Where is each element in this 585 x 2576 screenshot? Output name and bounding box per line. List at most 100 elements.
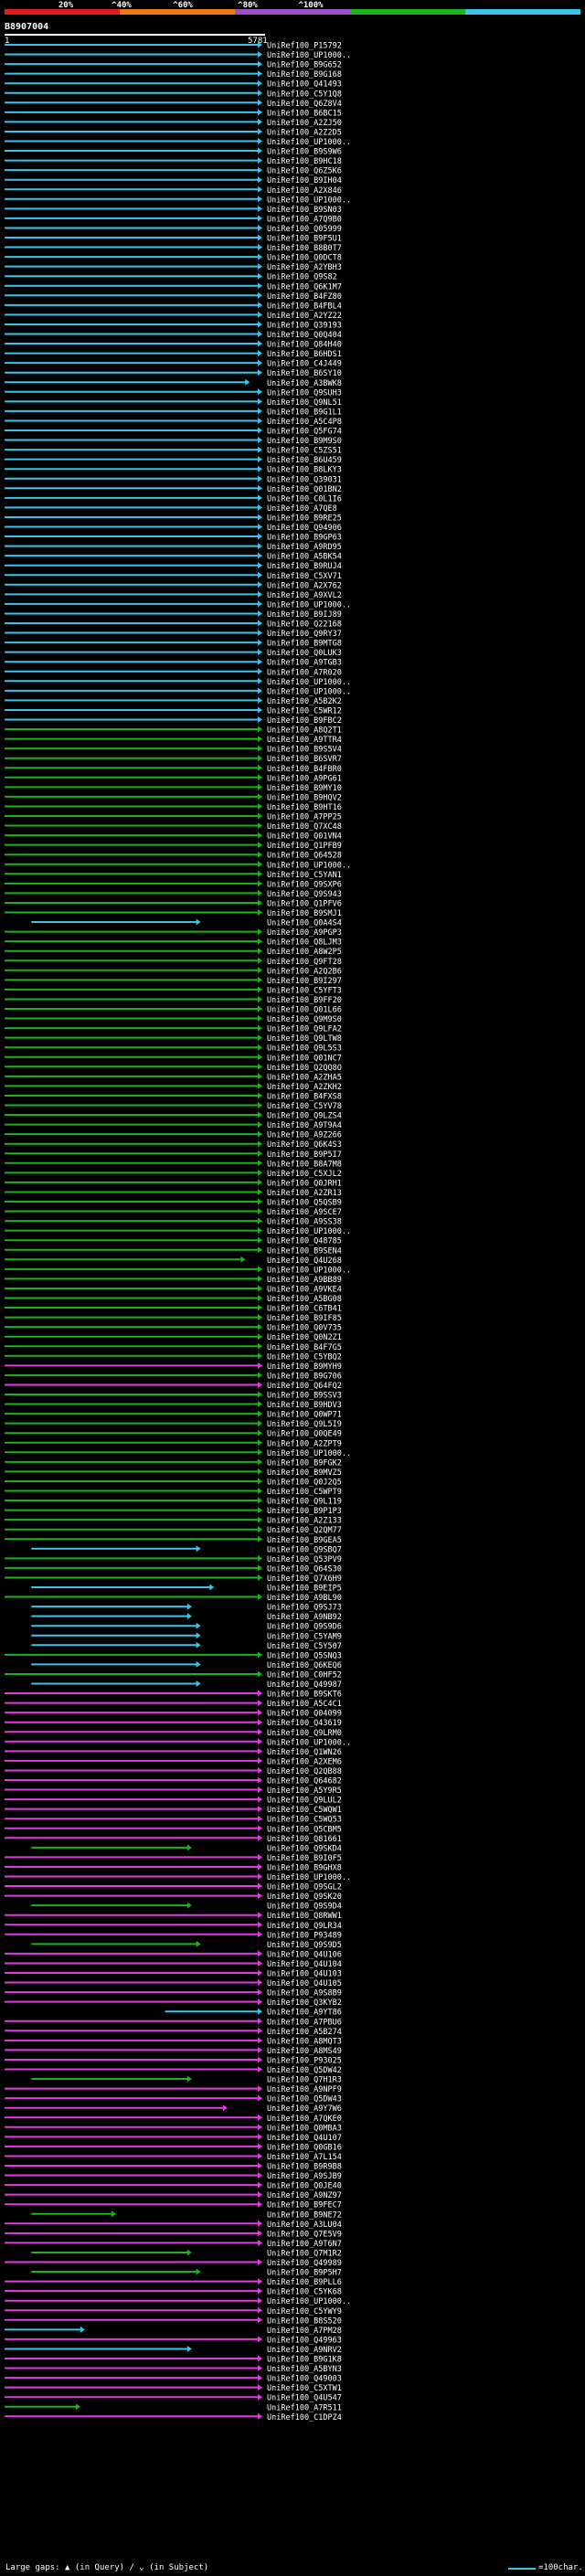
hit-label[interactable]: UniRef100_A8Q2T1 — [267, 726, 342, 736]
hit-label[interactable]: UniRef100_Q43619 — [267, 1719, 342, 1728]
hit-label[interactable]: UniRef100_B9MY10 — [267, 784, 342, 793]
hit-label[interactable]: UniRef100_A5C4C1 — [267, 1700, 342, 1709]
hit-label[interactable]: UniRef100_A9PG61 — [267, 774, 342, 783]
hit-label[interactable]: UniRef100_Q39193 — [267, 321, 342, 330]
hit-label[interactable]: UniRef100_Q1PFB9 — [267, 842, 342, 851]
hit-label[interactable]: UniRef100_UP1000.. — [267, 1738, 351, 1747]
hit-label[interactable]: UniRef100_Q9S82 — [267, 273, 337, 282]
hit-label[interactable]: UniRef100_B9GEA5 — [267, 1536, 342, 1545]
hit-label[interactable]: UniRef100_B4F7G5 — [267, 1343, 342, 1352]
hit-label[interactable]: UniRef100_A5Y9R5 — [267, 1786, 342, 1796]
hit-label[interactable]: UniRef100_Q9SK20 — [267, 1892, 342, 1902]
hit-label[interactable]: UniRef100_C5YWY9 — [267, 2307, 342, 2316]
hit-label[interactable]: UniRef100_B9I297 — [267, 977, 342, 986]
hit-label[interactable]: UniRef100_UP1000.. — [267, 1266, 351, 1275]
hit-label[interactable]: UniRef100_B9FGK2 — [267, 1458, 342, 1468]
hit-label[interactable]: UniRef100_Q39031 — [267, 475, 342, 484]
hit-label[interactable]: UniRef100_Q04099 — [267, 1710, 342, 1719]
hit-label[interactable]: UniRef100_Q4U103 — [267, 1970, 342, 1979]
hit-label[interactable]: UniRef100_B9PLL6 — [267, 2278, 342, 2287]
hit-label[interactable]: UniRef100_A9PGP3 — [267, 928, 342, 938]
hit-label[interactable]: UniRef100_C5YBQ2 — [267, 1352, 342, 1362]
hit-label[interactable]: UniRef100_B9MVZ5 — [267, 1468, 342, 1478]
hit-label[interactable]: UniRef100_UP1000.. — [267, 678, 351, 687]
hit-label[interactable]: UniRef100_Q4U106 — [267, 1950, 342, 1959]
hit-label[interactable]: UniRef100_Q9NL51 — [267, 398, 342, 408]
hit-label[interactable]: UniRef100_Q01BN2 — [267, 485, 342, 494]
hit-label[interactable]: UniRef100_Q9L119 — [267, 1498, 342, 1507]
hit-label[interactable]: UniRef100_A7PM28 — [267, 2327, 342, 2336]
hit-label[interactable]: UniRef100_A9S8B9 — [267, 1989, 342, 1998]
hit-label[interactable]: UniRef100_B6U459 — [267, 456, 342, 465]
hit-label[interactable]: UniRef100_B8A7M8 — [267, 1160, 342, 1169]
hit-label[interactable]: UniRef100_B9G652 — [267, 61, 342, 70]
hit-label[interactable]: UniRef100_A7R511 — [267, 2403, 342, 2412]
hit-label[interactable]: UniRef100_B9G1K8 — [267, 2356, 342, 2365]
hit-label[interactable]: UniRef100_Q22168 — [267, 620, 342, 630]
hit-label[interactable]: UniRef100_Q4U268 — [267, 1256, 342, 1266]
hit-label[interactable]: UniRef100_Q9L5S3 — [267, 1044, 342, 1054]
hit-label[interactable]: UniRef100_A2ZR13 — [267, 1189, 342, 1198]
hit-label[interactable]: UniRef100_C5YAM9 — [267, 1632, 342, 1641]
hit-label[interactable]: UniRef100_Q4U105 — [267, 1979, 342, 1988]
hit-label[interactable]: UniRef100_Q9LUL2 — [267, 1797, 342, 1806]
hit-label[interactable]: UniRef100_A9SJB9 — [267, 2172, 342, 2181]
hit-label[interactable]: UniRef100_Q49989 — [267, 2259, 342, 2268]
hit-label[interactable]: UniRef100_Q0J2Q5 — [267, 1478, 342, 1487]
hit-label[interactable]: UniRef100_P93025 — [267, 2056, 342, 2065]
hit-label[interactable]: UniRef100_Q9LR34 — [267, 1922, 342, 1931]
hit-label[interactable]: UniRef100_C5ZS51 — [267, 447, 342, 456]
hit-label[interactable]: UniRef100_B6SVR7 — [267, 755, 342, 764]
hit-label[interactable]: UniRef100_Q5CBM5 — [267, 1825, 342, 1834]
hit-label[interactable]: UniRef100_A9Y7W6 — [267, 2104, 342, 2114]
hit-label[interactable]: UniRef100_A9BL90 — [267, 1594, 342, 1603]
hit-label[interactable]: UniRef100_Q2QB88 — [267, 1767, 342, 1776]
hit-label[interactable]: UniRef100_Q3KYB2 — [267, 1998, 342, 2008]
hit-label[interactable]: UniRef100_Q53PV9 — [267, 1555, 342, 1564]
hit-label[interactable]: UniRef100_A8MQT3 — [267, 2037, 342, 2046]
hit-label[interactable]: UniRef100_Q2QQ8O — [267, 1064, 342, 1073]
hit-label[interactable]: UniRef100_B4FZ80 — [267, 292, 342, 302]
hit-label[interactable]: UniRef100_C5YV78 — [267, 1102, 342, 1111]
hit-label[interactable]: UniRef100_B9RUJ4 — [267, 562, 342, 571]
hit-label[interactable]: UniRef100_Q5DW43 — [267, 2095, 342, 2104]
hit-label[interactable]: UniRef100_Q64528 — [267, 852, 342, 861]
hit-label[interactable]: UniRef100_Q49003 — [267, 2375, 342, 2384]
hit-label[interactable]: UniRef100_Q41493 — [267, 80, 342, 90]
hit-label[interactable]: UniRef100_B4FBR0 — [267, 765, 342, 774]
hit-label[interactable]: UniRef100_Q9M9S0 — [267, 1015, 342, 1024]
hit-label[interactable]: UniRef100_B9SSV3 — [267, 1392, 342, 1401]
hit-label[interactable]: UniRef100_Q49963 — [267, 2336, 342, 2345]
hit-label[interactable]: UniRef100_A5BK54 — [267, 553, 342, 562]
hit-label[interactable]: UniRef100_A7PP25 — [267, 813, 342, 822]
hit-label[interactable]: UniRef100_A9XVL2 — [267, 591, 342, 600]
hit-label[interactable]: UniRef100_UP1000.. — [267, 2297, 351, 2306]
hit-label[interactable]: UniRef100_A9TTR4 — [267, 736, 342, 745]
hit-label[interactable]: UniRef100_A2Z133 — [267, 1517, 342, 1526]
hit-label[interactable]: UniRef100_C5Y507 — [267, 1642, 342, 1651]
hit-label[interactable]: UniRef100_A2X762 — [267, 581, 342, 590]
hit-label[interactable]: UniRef100_B9S5V4 — [267, 746, 342, 755]
hit-label[interactable]: UniRef100_A9RD95 — [267, 543, 342, 552]
hit-label[interactable]: UniRef100_A7L154 — [267, 2153, 342, 2162]
hit-label[interactable]: UniRef100_Q5QSB9 — [267, 1199, 342, 1208]
hit-label[interactable]: UniRef100_C5Y1Q8 — [267, 90, 342, 99]
hit-label[interactable]: UniRef100_B9P5H7 — [267, 2269, 342, 2278]
hit-label[interactable]: UniRef100_UP1000.. — [267, 1227, 351, 1236]
hit-label[interactable]: UniRef100_B9NE72 — [267, 2210, 342, 2220]
hit-label[interactable]: UniRef100_A9NZ97 — [267, 2191, 342, 2200]
hit-label[interactable]: UniRef100_Q7X6H9 — [267, 1574, 342, 1584]
hit-label[interactable]: UniRef100_A2X846 — [267, 186, 342, 196]
hit-label[interactable]: UniRef100_C5XTW1 — [267, 2384, 342, 2393]
hit-label[interactable]: UniRef100_A7R020 — [267, 668, 342, 677]
hit-label[interactable]: UniRef100_Q8LJM3 — [267, 938, 342, 948]
hit-label[interactable]: UniRef100_Q9SGL2 — [267, 1883, 342, 1892]
hit-label[interactable]: UniRef100_B9SEN4 — [267, 1246, 342, 1256]
hit-label[interactable]: UniRef100_A3LU04 — [267, 2221, 342, 2230]
hit-label[interactable]: UniRef100_A9NB92 — [267, 1613, 342, 1622]
hit-label[interactable]: UniRef100_Q81661 — [267, 1835, 342, 1844]
hit-label[interactable]: UniRef100_B9GP63 — [267, 534, 342, 543]
hit-label[interactable]: UniRef100_B8B0T7 — [267, 244, 342, 253]
hit-label[interactable]: UniRef100_B9MYH9 — [267, 1362, 342, 1372]
hit-label[interactable]: UniRef100_B6SY10 — [267, 369, 342, 378]
